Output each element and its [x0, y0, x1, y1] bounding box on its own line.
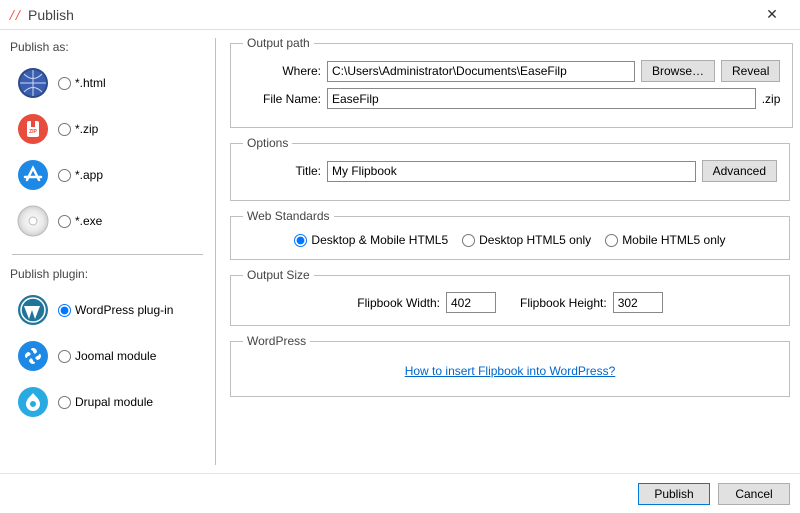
format-app-label: *.app [75, 168, 103, 182]
wordpress-icon [16, 293, 50, 327]
output-size-group: Output Size Flipbook Width: Flipbook Hei… [230, 268, 790, 326]
close-icon: ✕ [766, 6, 778, 22]
where-label: Where: [243, 64, 321, 78]
format-exe-label: *.exe [75, 214, 102, 228]
zip-icon: ZIP [16, 112, 50, 146]
filename-extension: .zip [762, 92, 781, 106]
joomla-icon [16, 339, 50, 373]
ws-radio-1[interactable] [462, 234, 475, 247]
svg-text:ZIP: ZIP [29, 129, 37, 135]
ws-opt-0[interactable]: Desktop & Mobile HTML5 [294, 233, 448, 247]
plugin-joomla-row[interactable]: Joomal module [10, 333, 205, 379]
format-zip-row[interactable]: ZIP *.zip [10, 106, 205, 152]
app-icon [8, 8, 22, 22]
format-zip-radio[interactable] [58, 123, 71, 136]
format-exe-row[interactable]: *.exe [10, 198, 205, 244]
output-path-group: Output path Where: Browse… Reveal File N… [230, 36, 793, 128]
plugin-wordpress-radio[interactable] [58, 304, 71, 317]
options-legend: Options [243, 136, 292, 150]
format-exe-radio[interactable] [58, 215, 71, 228]
format-html-label: *.html [75, 76, 106, 90]
right-panel: Output path Where: Browse… Reveal File N… [216, 30, 800, 473]
plugin-drupal-row[interactable]: Drupal module [10, 379, 205, 425]
publish-as-label: Publish as: [10, 40, 205, 54]
plugin-drupal-label: Drupal module [75, 395, 153, 409]
output-size-legend: Output Size [243, 268, 314, 282]
web-standards-group: Web Standards Desktop & Mobile HTML5 Des… [230, 209, 790, 260]
plugin-wordpress-label: WordPress plug-in [75, 303, 173, 317]
format-zip-label: *.zip [75, 122, 98, 136]
wordpress-group: WordPress How to insert Flipbook into Wo… [230, 334, 790, 397]
title-label: Title: [243, 164, 321, 178]
options-group: Options Title: Advanced [230, 136, 790, 201]
drupal-icon [16, 385, 50, 419]
ws-opt-2[interactable]: Mobile HTML5 only [605, 233, 725, 247]
format-html-radio[interactable] [58, 77, 71, 90]
ws-radio-0[interactable] [294, 234, 307, 247]
where-input[interactable] [327, 61, 635, 82]
divider [12, 254, 203, 255]
disc-icon [16, 204, 50, 238]
app-store-icon [16, 158, 50, 192]
reveal-button[interactable]: Reveal [721, 60, 780, 82]
publish-button[interactable]: Publish [638, 483, 710, 505]
height-input[interactable] [613, 292, 663, 313]
format-app-row[interactable]: *.app [10, 152, 205, 198]
width-input[interactable] [446, 292, 496, 313]
window-title: Publish [28, 7, 74, 23]
browse-button[interactable]: Browse… [641, 60, 715, 82]
advanced-button[interactable]: Advanced [702, 160, 777, 182]
left-panel: Publish as: *.html ZIP *.zip *.app *.exe [0, 30, 215, 473]
plugin-joomla-radio[interactable] [58, 350, 71, 363]
filename-label: File Name: [243, 92, 321, 106]
titlebar: Publish ✕ [0, 0, 800, 30]
width-label: Flipbook Width: [357, 296, 440, 310]
wordpress-help-link[interactable]: How to insert Flipbook into WordPress? [405, 364, 616, 378]
plugin-wordpress-row[interactable]: WordPress plug-in [10, 287, 205, 333]
format-html-row[interactable]: *.html [10, 60, 205, 106]
close-button[interactable]: ✕ [752, 6, 792, 23]
globe-icon [16, 66, 50, 100]
footer: Publish Cancel [0, 473, 800, 513]
cancel-button[interactable]: Cancel [718, 483, 790, 505]
output-path-legend: Output path [243, 36, 314, 50]
plugin-drupal-radio[interactable] [58, 396, 71, 409]
plugin-joomla-label: Joomal module [75, 349, 156, 363]
ws-radio-2[interactable] [605, 234, 618, 247]
publish-plugin-label: Publish plugin: [10, 267, 205, 281]
web-standards-legend: Web Standards [243, 209, 334, 223]
format-app-radio[interactable] [58, 169, 71, 182]
filename-input[interactable] [327, 88, 756, 109]
ws-opt-1[interactable]: Desktop HTML5 only [462, 233, 591, 247]
wordpress-legend: WordPress [243, 334, 310, 348]
height-label: Flipbook Height: [520, 296, 607, 310]
title-input[interactable] [327, 161, 696, 182]
